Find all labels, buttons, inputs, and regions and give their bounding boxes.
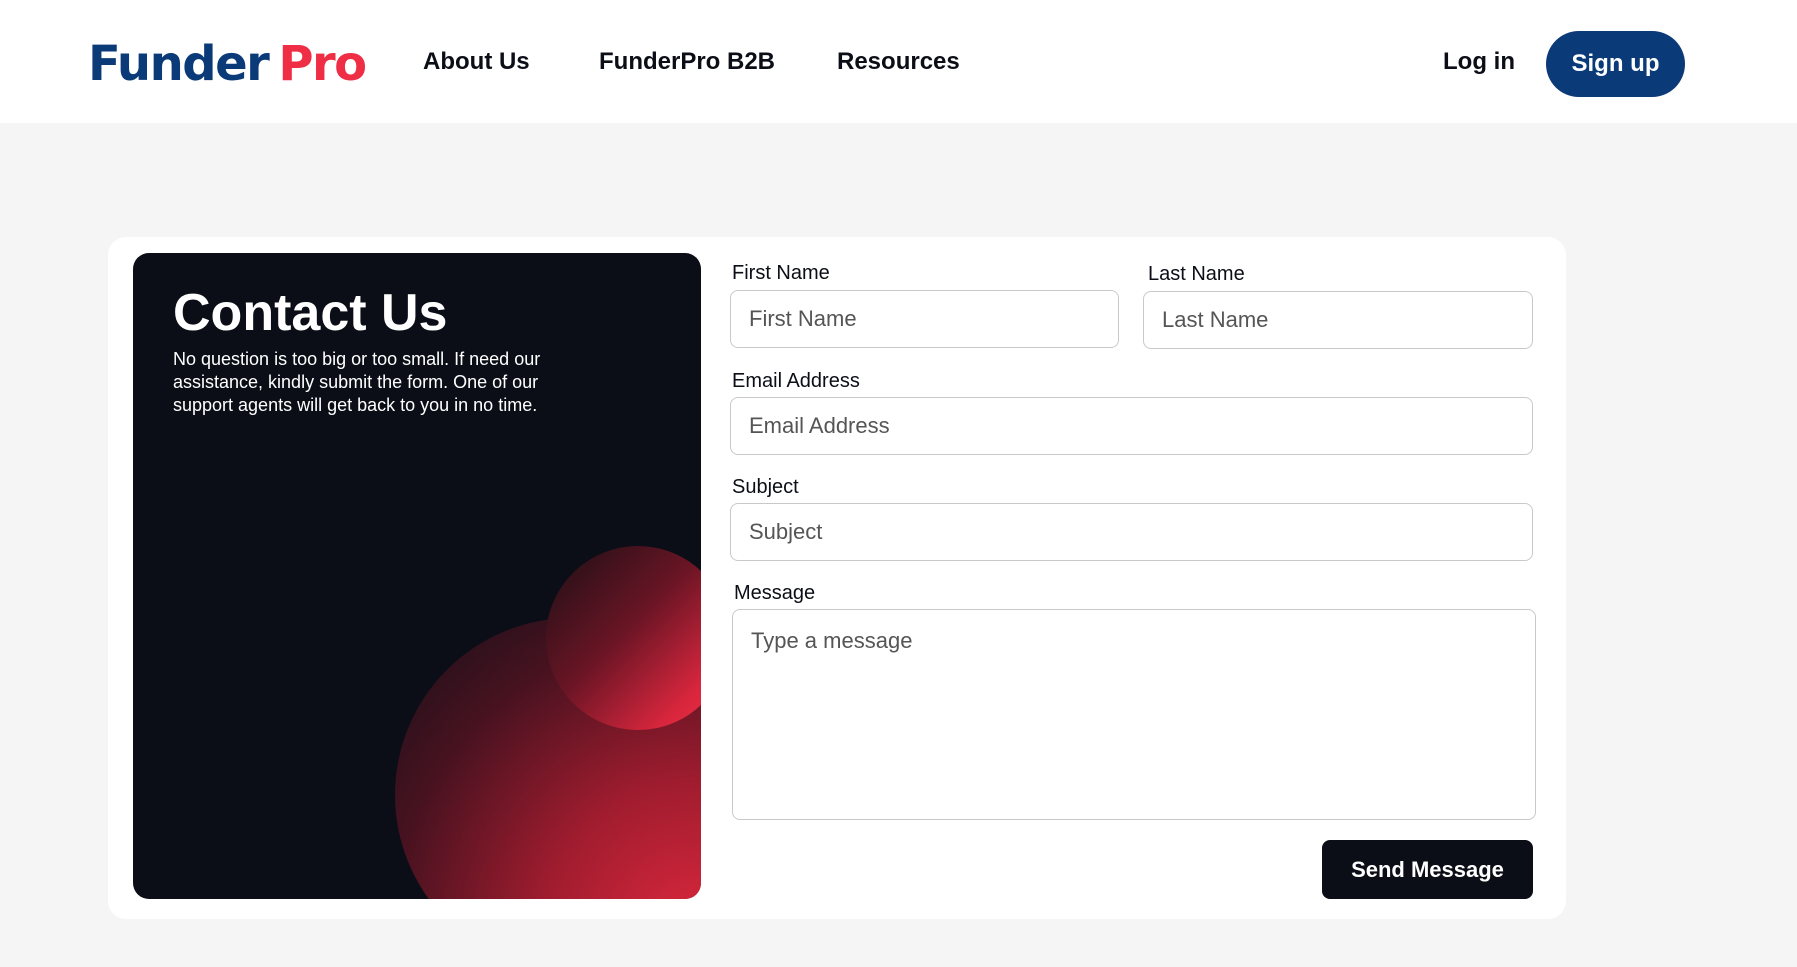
- subject-label: Subject: [732, 476, 799, 498]
- nav-funderpro-b2b[interactable]: FunderPro B2B: [599, 48, 775, 76]
- email-label: Email Address: [732, 370, 860, 392]
- logo-text-funder: Funder: [88, 36, 270, 92]
- signup-button[interactable]: Sign up: [1546, 31, 1685, 97]
- message-textarea[interactable]: [732, 609, 1536, 820]
- first-name-input[interactable]: [730, 290, 1119, 348]
- contact-title: Contact Us: [173, 284, 448, 342]
- contact-hero-panel: Contact Us No question is too big or too…: [133, 253, 701, 899]
- logo-text-pro: Pro: [278, 36, 367, 92]
- site-header: Funder Pro About Us FunderPro B2B Resourc…: [0, 0, 1797, 123]
- nav-resources[interactable]: Resources: [837, 48, 960, 76]
- message-label: Message: [734, 582, 816, 604]
- last-name-label: Last Name: [1148, 263, 1245, 285]
- nav-about-us[interactable]: About Us: [423, 48, 530, 76]
- last-name-input[interactable]: [1143, 291, 1533, 349]
- email-input[interactable]: [730, 397, 1533, 455]
- subject-input[interactable]: [730, 503, 1533, 561]
- contact-description: No question is too big or too small. If …: [173, 349, 541, 415]
- login-link[interactable]: Log in: [1443, 48, 1515, 76]
- first-name-label: First Name: [732, 262, 830, 284]
- funderpro-logo[interactable]: Funder Pro: [88, 36, 367, 92]
- send-message-button[interactable]: Send Message: [1322, 840, 1533, 899]
